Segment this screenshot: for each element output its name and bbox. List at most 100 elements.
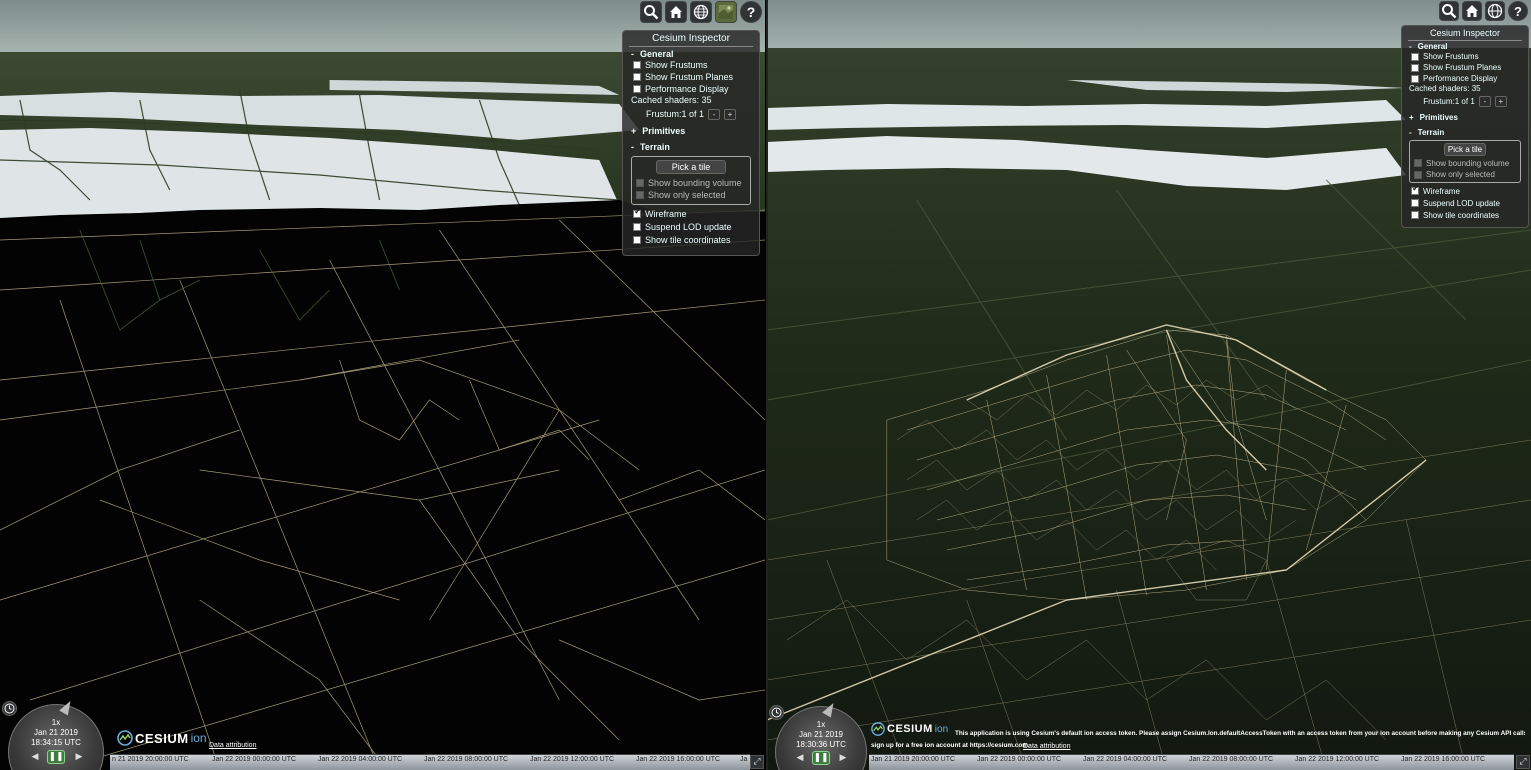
show-only-selected-row[interactable]: Show only selected: [636, 189, 746, 201]
globe-icon: [693, 4, 709, 20]
cesium-ion-logo[interactable]: CESIUM ion: [117, 730, 207, 746]
show-tile-coordinates-row[interactable]: Show tile coordinates: [1409, 209, 1521, 221]
show-frustums-checkbox[interactable]: [1411, 52, 1419, 61]
performance-display-row[interactable]: Performance Display: [1409, 73, 1521, 84]
imagery-layers-icon: [719, 5, 733, 19]
general-section-header[interactable]: - General: [1409, 42, 1521, 51]
inspector-title[interactable]: Cesium Inspector: [1408, 26, 1522, 41]
base-layer-picker-button[interactable]: [715, 1, 737, 23]
geocoder-search-button[interactable]: [640, 1, 662, 23]
show-only-selected-row[interactable]: Show only selected: [1414, 169, 1516, 180]
cached-shaders-text: Cached shaders: 35: [1409, 84, 1481, 93]
general-section-header[interactable]: - General: [631, 49, 751, 59]
navigation-help-button[interactable]: ?: [1508, 1, 1528, 21]
reverse-button[interactable]: ◀: [791, 751, 809, 765]
data-attribution-link[interactable]: Data attribution: [1023, 743, 1070, 750]
timeline-tick-label: Ja: [740, 756, 748, 763]
scene-mode-button[interactable]: [1485, 1, 1505, 21]
suspend-lod-checkbox[interactable]: [633, 222, 641, 231]
animation-widget: 1x Jan 21 2019 18:30:36 UTC ◀ ❚❚ ▶: [773, 698, 877, 770]
wireframe-checkbox[interactable]: [1411, 183, 1420, 195]
default-token-notice: This application is using Cesium's defau…: [955, 730, 1525, 737]
navigation-help-button[interactable]: ?: [740, 1, 762, 23]
play-icon: ▶: [75, 752, 83, 762]
right-viewer[interactable]: ? Cesium Inspector - General Show Frustum…: [767, 0, 1531, 770]
show-bounding-volume-row[interactable]: Show bounding volume: [1414, 157, 1516, 169]
show-only-selected-label: Show only selected: [648, 190, 726, 200]
app: ? Cesium Inspector - General Show Frustum…: [0, 0, 1531, 770]
animation-widget: 1x Jan 21 2019 18:34:15 UTC ◀ ❚❚ ▶: [4, 698, 108, 770]
show-bounding-volume-row[interactable]: Show bounding volume: [636, 176, 746, 189]
wireframe-row[interactable]: Wireframe: [1409, 183, 1521, 197]
suspend-lod-row[interactable]: Suspend LOD update: [1409, 197, 1521, 209]
wireframe-label: Wireframe: [1423, 186, 1460, 196]
terrain-section-header[interactable]: - Terrain: [1409, 128, 1521, 140]
show-only-selected-checkbox[interactable]: [636, 191, 644, 199]
show-tile-coordinates-checkbox[interactable]: [1411, 211, 1419, 219]
left-viewer[interactable]: ? Cesium Inspector - General Show Frustum…: [0, 0, 765, 770]
clock-button[interactable]: [2, 701, 17, 716]
primitives-section-header[interactable]: + Primitives: [631, 126, 751, 142]
frustum-decrement-button[interactable]: -: [708, 108, 721, 120]
cached-shaders-text: Cached shaders: 35: [631, 95, 712, 105]
show-frustums-row[interactable]: Show Frustums: [1409, 51, 1521, 62]
fullscreen-button[interactable]: ⤢: [1516, 755, 1530, 769]
show-frustums-row[interactable]: Show Frustums: [631, 59, 751, 71]
show-bounding-volume-checkbox[interactable]: [636, 178, 644, 187]
timeline-tick-label: Jan 22 2019 04:00:00 UTC: [318, 756, 403, 763]
performance-display-checkbox[interactable]: [1411, 74, 1419, 83]
performance-display-checkbox[interactable]: [633, 85, 641, 93]
reverse-icon: ◀: [796, 753, 804, 763]
show-frustum-planes-checkbox[interactable]: [1411, 63, 1419, 72]
data-attribution-link[interactable]: Data attribution: [209, 742, 256, 749]
wireframe-checkbox[interactable]: [633, 206, 642, 218]
frustum-increment-button[interactable]: +: [1494, 96, 1507, 107]
geocoder-search-button[interactable]: [1439, 1, 1459, 21]
wireframe-row[interactable]: Wireframe: [631, 206, 751, 220]
primitives-label: Primitives: [1419, 113, 1458, 122]
scene-mode-button[interactable]: [690, 1, 712, 23]
cesium-logo-icon: [871, 722, 885, 736]
clock-button[interactable]: [769, 705, 784, 720]
timeline-tick-label: Jan 22 2019 00:00:00 UTC: [212, 756, 297, 763]
show-frustum-planes-checkbox[interactable]: [633, 73, 641, 81]
signup-notice[interactable]: sign up for a free ion account at https:…: [871, 740, 1030, 751]
play-forward-button[interactable]: ▶: [834, 751, 852, 765]
suspend-lod-row[interactable]: Suspend LOD update: [631, 220, 751, 233]
frustum-decrement-button[interactable]: -: [1478, 96, 1491, 107]
primitives-section-header[interactable]: + Primitives: [1409, 113, 1521, 128]
timeline-tick-label: Jan 21 2019 20:00:00 UTC: [871, 756, 956, 763]
terrain-toggle: -: [631, 142, 634, 152]
terrain-section-header[interactable]: - Terrain: [631, 142, 751, 155]
show-only-selected-checkbox[interactable]: [1414, 170, 1422, 179]
primitives-toggle: +: [1409, 113, 1414, 122]
inspector-title[interactable]: Cesium Inspector: [629, 31, 753, 47]
timeline[interactable]: Jan 21 2019 20:00:00 UTC Jan 22 2019 00:…: [869, 754, 1514, 770]
reverse-button[interactable]: ◀: [26, 750, 44, 764]
show-frustums-checkbox[interactable]: [633, 61, 641, 69]
frustum-increment-button[interactable]: +: [724, 108, 737, 120]
cesium-ion-logo[interactable]: CESIUM ion: [871, 722, 948, 736]
tile-picker-box: Pick a tile Show bounding volume Show on…: [631, 156, 751, 205]
pause-button[interactable]: ❚❚: [812, 751, 830, 765]
fullscreen-button[interactable]: ⤢: [750, 755, 764, 769]
show-bounding-volume-checkbox[interactable]: [1414, 159, 1422, 167]
cesium-wordmark: CESIUM: [135, 730, 189, 746]
home-button[interactable]: [1462, 1, 1482, 21]
performance-display-row[interactable]: Performance Display: [631, 83, 751, 95]
show-tile-coordinates-checkbox[interactable]: [633, 235, 641, 244]
timeline-tick-label: Jan 22 2019 08:00:00 UTC: [424, 756, 509, 763]
clock-icon: [771, 707, 782, 718]
pick-a-tile-button[interactable]: Pick a tile: [656, 160, 726, 174]
suspend-lod-checkbox[interactable]: [1411, 199, 1419, 207]
show-frustum-planes-row[interactable]: Show Frustum Planes: [1409, 62, 1521, 73]
show-frustum-planes-row[interactable]: Show Frustum Planes: [631, 71, 751, 83]
pick-a-tile-button[interactable]: Pick a tile: [1444, 143, 1486, 156]
pause-button[interactable]: ❚❚: [47, 750, 65, 764]
home-button[interactable]: [665, 1, 687, 23]
timeline[interactable]: n 21 2019 20:00:00 UTC Jan 22 2019 00:00…: [110, 754, 750, 770]
play-forward-button[interactable]: ▶: [70, 750, 88, 764]
show-tile-coordinates-row[interactable]: Show tile coordinates: [631, 233, 751, 246]
timeline-tick-label: n 21 2019 20:00:00 UTC: [112, 756, 189, 763]
timeline-tick-label: Jan 22 2019 16:00:00 UTC: [636, 756, 721, 763]
